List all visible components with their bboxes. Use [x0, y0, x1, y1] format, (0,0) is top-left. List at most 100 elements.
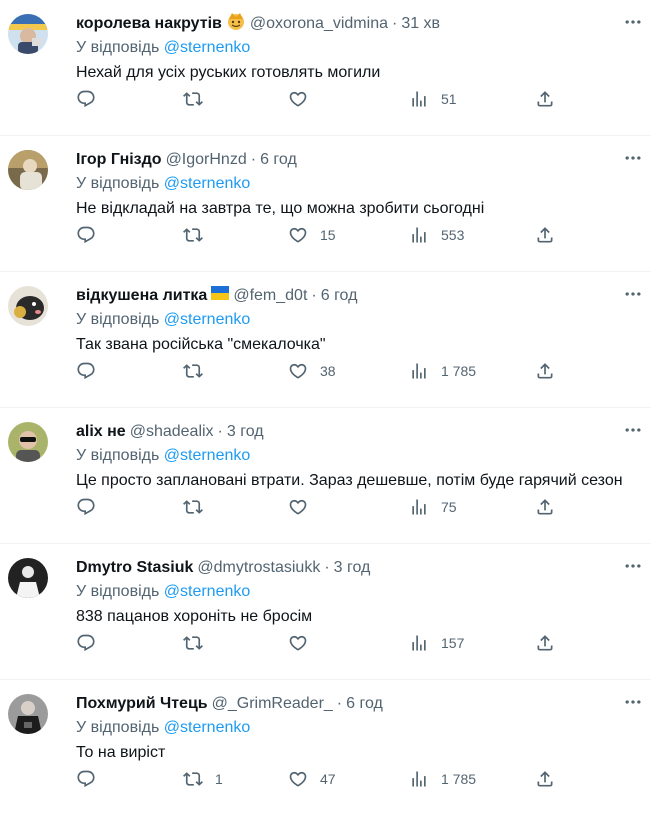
like-button[interactable]: 38: [288, 359, 336, 383]
mention-link[interactable]: @sternenko: [164, 719, 251, 736]
share-button[interactable]: [535, 495, 555, 519]
tweet-text: Нехай для усіх руських готовлять могили: [76, 64, 381, 81]
reply-prefix: У відповідь: [76, 175, 160, 192]
reply-icon: [76, 769, 96, 789]
mention-link[interactable]: @sternenko: [164, 583, 251, 600]
views-count: 553: [441, 227, 465, 243]
like-button[interactable]: [288, 495, 308, 519]
user-handle[interactable]: @_GrimReader_: [212, 694, 333, 714]
mention-link[interactable]: @sternenko: [164, 39, 251, 56]
views-button[interactable]: 1 785: [409, 359, 476, 383]
views-icon: [409, 225, 429, 245]
like-button[interactable]: 47: [288, 767, 336, 791]
tweet[interactable]: Ігор Гніздо @IgorHnzd · 6 год У відповідь @s…: [0, 136, 651, 272]
reply-context: У відповідь @sternenko: [76, 446, 637, 466]
timestamp[interactable]: 3 год: [334, 558, 371, 578]
reply-button[interactable]: [76, 223, 96, 247]
like-button[interactable]: [288, 87, 308, 111]
display-name[interactable]: Похмурий Чтець: [76, 694, 208, 714]
heart-icon: [288, 89, 308, 109]
reply-prefix: У відповідь: [76, 583, 160, 600]
display-name[interactable]: відкушена литка: [76, 286, 207, 306]
retweet-button[interactable]: [183, 495, 203, 519]
views-count: 51: [441, 91, 457, 107]
reply-context: У відповідь @sternenko: [76, 718, 637, 738]
retweet-button[interactable]: [183, 631, 203, 655]
heart-icon: [288, 225, 308, 245]
display-name[interactable]: Dmytro Stasiuk: [76, 558, 193, 578]
views-button[interactable]: 1 785: [409, 767, 476, 791]
avatar[interactable]: [8, 150, 48, 190]
avatar[interactable]: [8, 286, 48, 326]
views-icon: [409, 769, 429, 789]
tweet-text: 838 пацанов хороніть не бросім: [76, 608, 313, 625]
timestamp[interactable]: 6 год: [321, 286, 358, 306]
tweet[interactable]: Dmytro Stasiuk @dmytrostasiukk · 3 год У від…: [0, 544, 651, 680]
views-button[interactable]: 51: [409, 87, 457, 111]
share-button[interactable]: [535, 767, 555, 791]
separator-dot: ·: [324, 559, 330, 576]
action-bar: 1 47 1 785: [76, 767, 637, 791]
like-button[interactable]: 15: [288, 223, 336, 247]
share-button[interactable]: [535, 87, 555, 111]
separator-dot: ·: [250, 151, 257, 168]
timestamp[interactable]: 3 год: [227, 422, 264, 442]
heart-icon: [288, 769, 308, 789]
like-button[interactable]: [288, 631, 308, 655]
tweet-text: Так звана російська "смекалочка": [76, 336, 326, 353]
reply-context: У відповідь @sternenko: [76, 174, 637, 194]
timestamp[interactable]: 31 хв: [401, 14, 440, 34]
reply-button[interactable]: [76, 359, 96, 383]
timestamp[interactable]: 6 год: [260, 150, 297, 170]
display-name[interactable]: королева накрутів: [76, 14, 222, 34]
avatar[interactable]: [8, 558, 48, 598]
retweet-icon: [183, 769, 203, 789]
reply-button[interactable]: [76, 87, 96, 111]
tweet[interactable]: alix не @shadealix · 3 год У відповідь @ster…: [0, 408, 651, 544]
mention-link[interactable]: @sternenko: [164, 311, 251, 328]
tweet[interactable]: королева накрутів @oxorona_vidmina · 31 хв У…: [0, 0, 651, 136]
share-button[interactable]: [535, 223, 555, 247]
user-handle[interactable]: @fem_d0t: [233, 286, 307, 306]
reply-icon: [76, 633, 96, 653]
retweet-count: 1: [215, 771, 223, 787]
views-icon: [409, 497, 429, 517]
timestamp[interactable]: 6 год: [346, 694, 383, 714]
user-handle[interactable]: @shadealix: [130, 422, 214, 442]
views-icon: [409, 361, 429, 381]
share-button[interactable]: [535, 359, 555, 383]
mention-link[interactable]: @sternenko: [164, 175, 251, 192]
views-button[interactable]: 157: [409, 631, 464, 655]
avatar[interactable]: [8, 14, 48, 54]
reply-prefix: У відповідь: [76, 719, 160, 736]
reply-button[interactable]: [76, 631, 96, 655]
retweet-icon: [183, 225, 203, 245]
tweet[interactable]: Похмурий Чтець @_GrimReader_ · 6 год У відпо…: [0, 680, 651, 816]
like-count: 15: [320, 227, 336, 243]
user-handle[interactable]: @IgorHnzd: [166, 150, 247, 170]
retweet-button[interactable]: [183, 359, 203, 383]
action-bar: 51: [76, 87, 637, 111]
action-bar: 38 1 785: [76, 359, 637, 383]
share-icon: [535, 361, 555, 381]
crown-emoji-icon: [226, 11, 246, 37]
retweet-button[interactable]: [183, 87, 203, 111]
avatar[interactable]: [8, 422, 48, 462]
reply-button[interactable]: [76, 495, 96, 519]
tweet[interactable]: відкушена литка @fem_d0t · 6 год У відповідь…: [0, 272, 651, 408]
share-button[interactable]: [535, 631, 555, 655]
views-button[interactable]: 75: [409, 495, 457, 519]
display-name[interactable]: Ігор Гніздо: [76, 150, 162, 170]
reply-prefix: У відповідь: [76, 39, 160, 56]
reply-icon: [76, 89, 96, 109]
retweet-button[interactable]: 1: [183, 767, 223, 791]
display-name[interactable]: alix не: [76, 422, 126, 442]
reply-button[interactable]: [76, 767, 96, 791]
avatar[interactable]: [8, 694, 48, 734]
mention-link[interactable]: @sternenko: [164, 447, 251, 464]
retweet-button[interactable]: [183, 223, 203, 247]
views-button[interactable]: 553: [409, 223, 464, 247]
views-icon: [409, 89, 429, 109]
user-handle[interactable]: @oxorona_vidmina: [250, 14, 388, 34]
user-handle[interactable]: @dmytrostasiukk: [197, 558, 320, 578]
